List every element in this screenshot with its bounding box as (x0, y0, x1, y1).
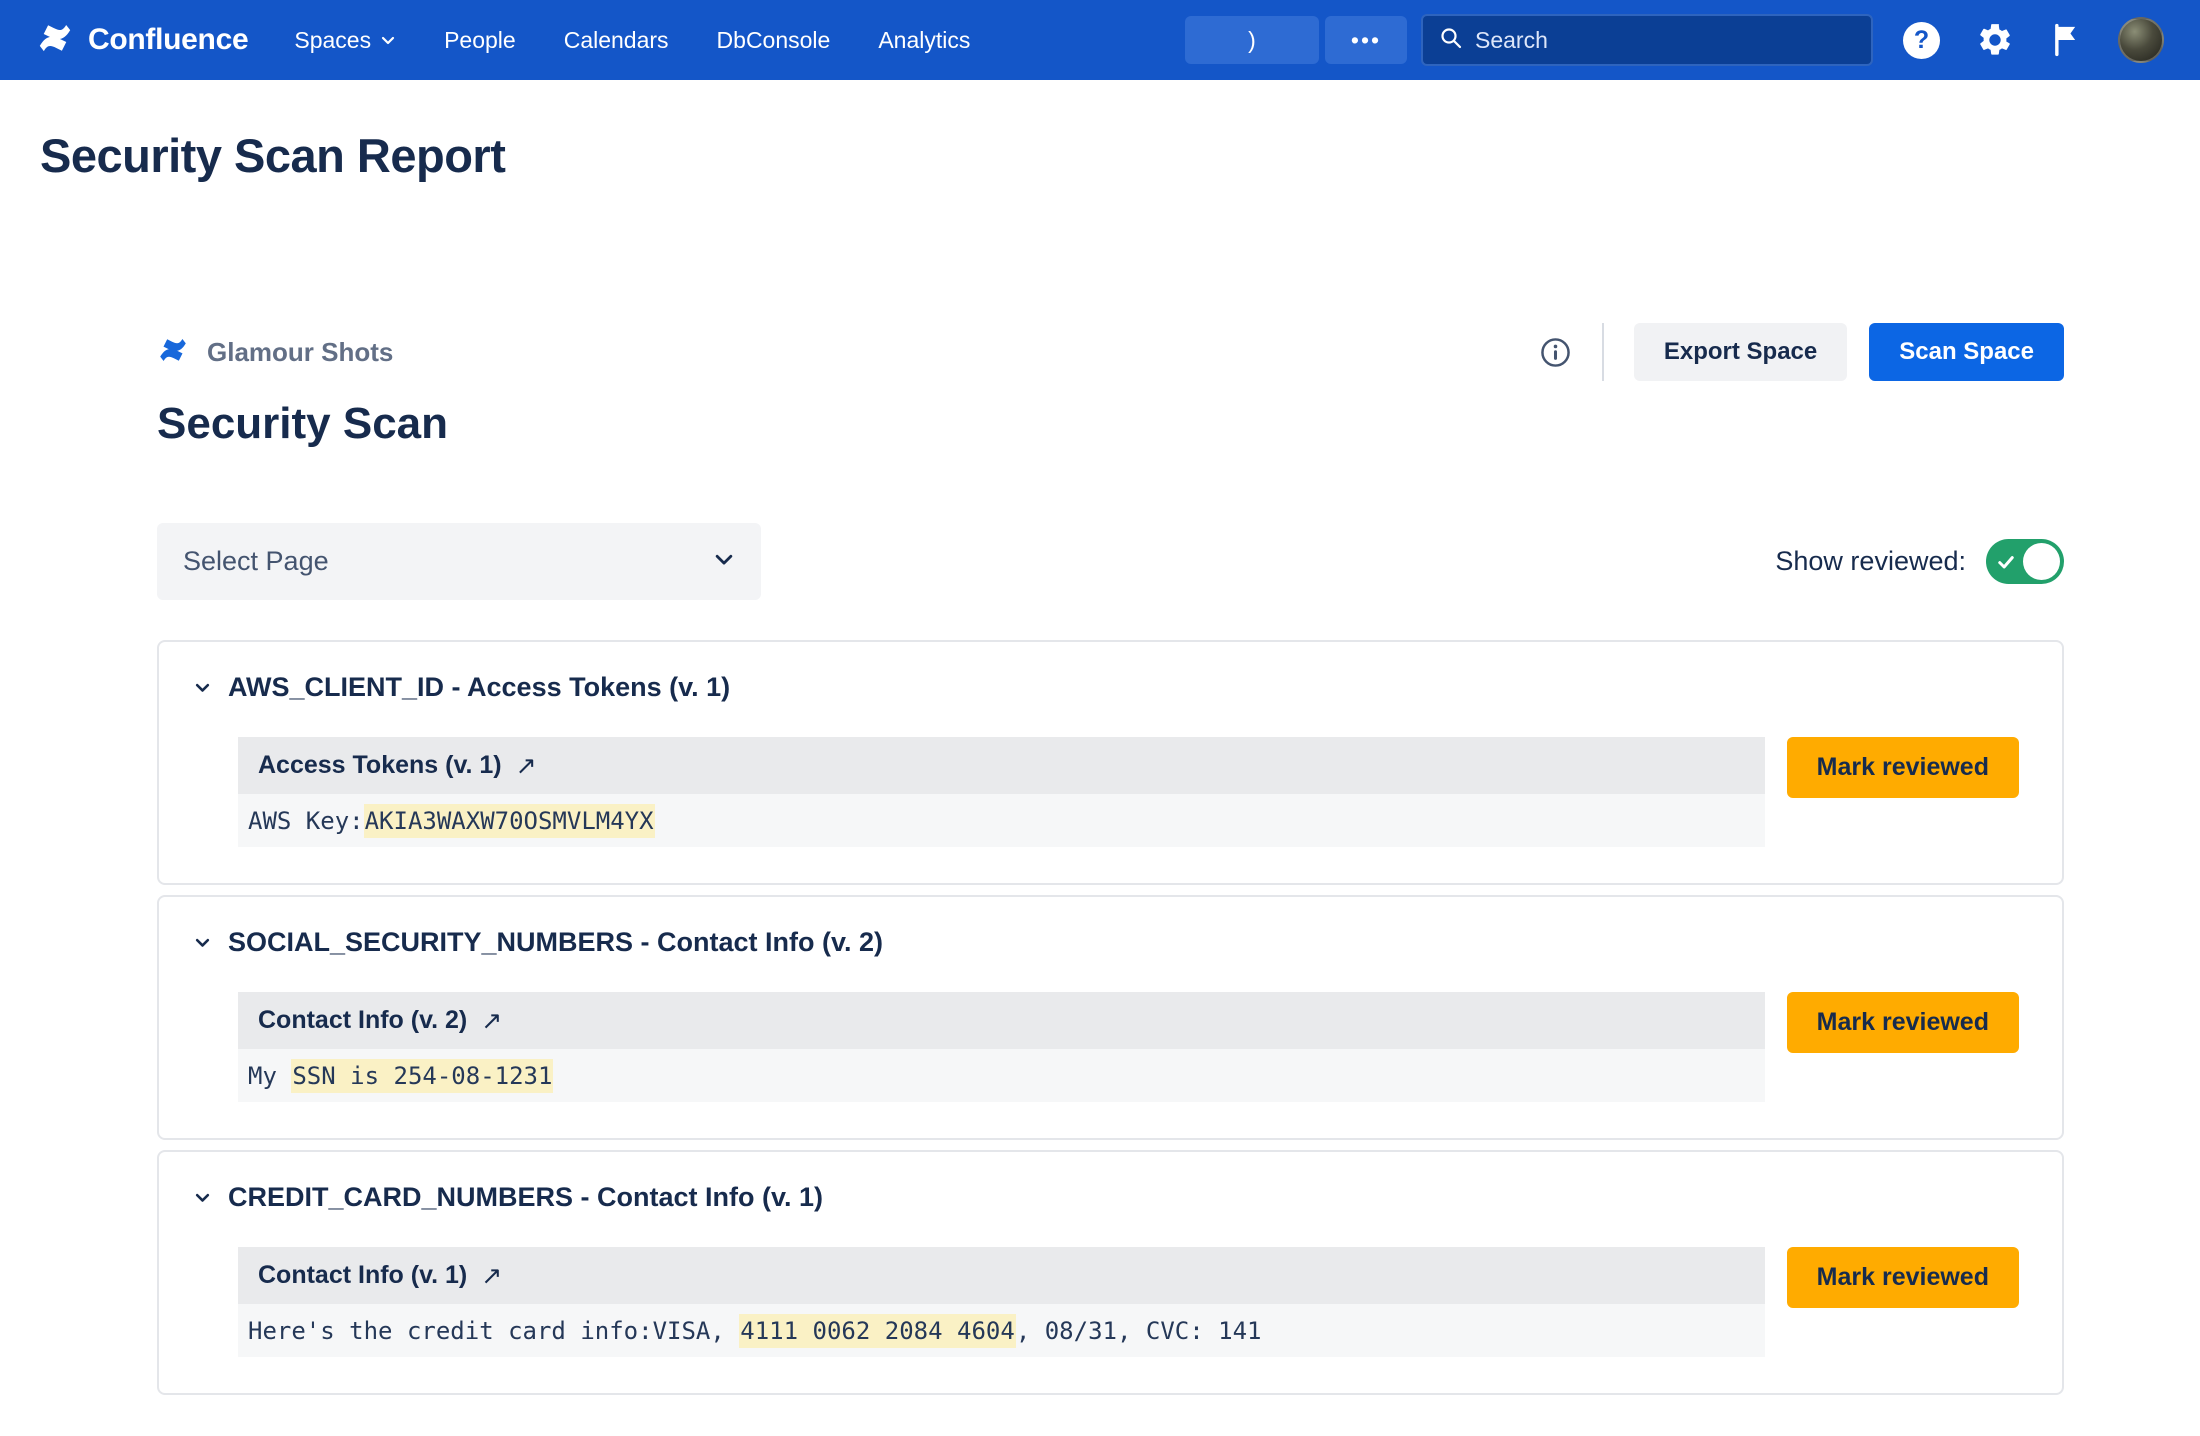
nav-item-spaces[interactable]: Spaces (294, 27, 396, 54)
source-page-link[interactable]: Access Tokens (v. 1) (258, 751, 502, 780)
finding-card: SOCIAL_SECURITY_NUMBERS - Contact Info (… (157, 895, 2064, 1140)
source-page-link[interactable]: Contact Info (v. 2) (258, 1006, 467, 1035)
settings-gear-icon[interactable] (1976, 21, 2014, 59)
nav-spaces-label: Spaces (294, 27, 371, 54)
source-page-bar: Access Tokens (v. 1) ↗ (238, 737, 1765, 794)
confluence-logo-icon (36, 19, 74, 62)
nav-item-people[interactable]: People (444, 27, 516, 54)
avatar[interactable] (2118, 17, 2164, 63)
finding-main: Contact Info (v. 1) ↗ Here's the credit … (238, 1247, 1765, 1357)
source-page-bar: Contact Info (v. 1) ↗ (238, 1247, 1765, 1304)
content-prefix: Here's the credit card info:VISA, (248, 1317, 739, 1345)
finding-body: Contact Info (v. 2) ↗ My SSN is 254-08-1… (238, 992, 2019, 1102)
show-reviewed-toggle[interactable] (1986, 539, 2064, 584)
divider (1602, 323, 1604, 381)
flag-icon[interactable] (2050, 23, 2082, 57)
open-link-icon[interactable]: ↗ (481, 1261, 502, 1291)
chevron-down-icon (380, 27, 396, 54)
nav-item-analytics[interactable]: Analytics (878, 27, 970, 54)
finding-title: SOCIAL_SECURITY_NUMBERS - Contact Info (… (228, 927, 883, 958)
toggle-knob (2023, 543, 2060, 580)
finding-title: CREDIT_CARD_NUMBERS - Contact Info (v. 1… (228, 1182, 823, 1213)
mark-reviewed-button[interactable]: Mark reviewed (1787, 992, 2019, 1053)
space-logo-icon (157, 334, 189, 371)
finding-card: CREDIT_CARD_NUMBERS - Contact Info (v. 1… (157, 1150, 2064, 1395)
finding-header: SOCIAL_SECURITY_NUMBERS - Contact Info (… (193, 927, 2019, 958)
mark-reviewed-button[interactable]: Mark reviewed (1787, 737, 2019, 798)
space-header-row: Glamour Shots Export Space Scan Space (157, 323, 2064, 381)
confluence-home-link[interactable]: Confluence (36, 19, 248, 62)
sensitive-highlight: AKIA3WAXW70OSMVLM4YX (364, 804, 655, 838)
page-title: Security Scan Report (0, 80, 2200, 183)
collapse-chevron-icon[interactable] (193, 933, 212, 952)
nav-item-calendars[interactable]: Calendars (564, 27, 669, 54)
content-prefix: My (248, 1062, 291, 1090)
finding-header: AWS_CLIENT_ID - Access Tokens (v. 1) (193, 672, 2019, 703)
finding-main: Contact Info (v. 2) ↗ My SSN is 254-08-1… (238, 992, 1765, 1102)
finding-body: Contact Info (v. 1) ↗ Here's the credit … (238, 1247, 2019, 1357)
brand-name: Confluence (88, 23, 248, 57)
source-page-link[interactable]: Contact Info (v. 1) (258, 1261, 467, 1290)
finding-content: My SSN is 254-08-1231 (238, 1049, 1765, 1102)
info-icon[interactable] (1539, 336, 1572, 369)
show-reviewed-label: Show reviewed: (1775, 546, 1966, 577)
open-link-icon[interactable]: ↗ (516, 751, 537, 781)
search-input[interactable] (1475, 27, 1855, 54)
content-prefix: AWS Key: (248, 807, 364, 835)
primary-nav: Spaces People Calendars DbConsole Analyt… (294, 27, 970, 54)
search-box (1421, 14, 1873, 66)
finding-body: Access Tokens (v. 1) ↗ AWS Key:AKIA3WAXW… (238, 737, 2019, 847)
controls-row: Select Page Show reviewed: (157, 523, 2064, 600)
navbar-icons: ? (1903, 17, 2164, 63)
export-space-button[interactable]: Export Space (1634, 323, 1847, 381)
finding-main: Access Tokens (v. 1) ↗ AWS Key:AKIA3WAXW… (238, 737, 1765, 847)
more-actions-button[interactable]: ••• (1325, 16, 1407, 64)
nav-item-dbconsole[interactable]: DbConsole (717, 27, 831, 54)
open-link-icon[interactable]: ↗ (481, 1006, 502, 1036)
select-page-label: Select Page (183, 546, 329, 577)
sensitive-highlight: SSN is 254-08-1231 (291, 1059, 553, 1093)
space-actions: Export Space Scan Space (1539, 323, 2064, 381)
finding-content: Here's the credit card info:VISA, 4111 0… (238, 1304, 1765, 1357)
top-navbar: Confluence Spaces People Calendars DbCon… (0, 0, 2200, 80)
finding-header: CREDIT_CARD_NUMBERS - Contact Info (v. 1… (193, 1182, 2019, 1213)
chevron-down-icon (713, 546, 735, 577)
collapse-chevron-icon[interactable] (193, 678, 212, 697)
scan-space-button[interactable]: Scan Space (1869, 323, 2064, 381)
space-heading: Security Scan (157, 399, 2064, 449)
breadcrumb[interactable]: Glamour Shots (157, 334, 393, 371)
collapse-chevron-icon[interactable] (193, 1188, 212, 1207)
show-reviewed-control: Show reviewed: (1775, 539, 2064, 584)
check-icon (1996, 552, 2016, 572)
source-page-bar: Contact Info (v. 2) ↗ (238, 992, 1765, 1049)
help-icon[interactable]: ? (1903, 22, 1940, 59)
space-name[interactable]: Glamour Shots (207, 337, 393, 368)
finding-title: AWS_CLIENT_ID - Access Tokens (v. 1) (228, 672, 730, 703)
sensitive-highlight: 4111 0062 2084 4604 (739, 1314, 1016, 1348)
finding-content: AWS Key:AKIA3WAXW70OSMVLM4YX (238, 794, 1765, 847)
main-content: Glamour Shots Export Space Scan Space Se… (157, 323, 2064, 1395)
search-icon (1439, 26, 1463, 55)
finding-card: AWS_CLIENT_ID - Access Tokens (v. 1) Acc… (157, 640, 2064, 885)
select-page-dropdown[interactable]: Select Page (157, 523, 761, 600)
create-button[interactable]: ) (1185, 16, 1319, 64)
findings-list: AWS_CLIENT_ID - Access Tokens (v. 1) Acc… (157, 640, 2064, 1395)
mark-reviewed-button[interactable]: Mark reviewed (1787, 1247, 2019, 1308)
content-suffix: , 08/31, CVC: 141 (1016, 1317, 1262, 1345)
